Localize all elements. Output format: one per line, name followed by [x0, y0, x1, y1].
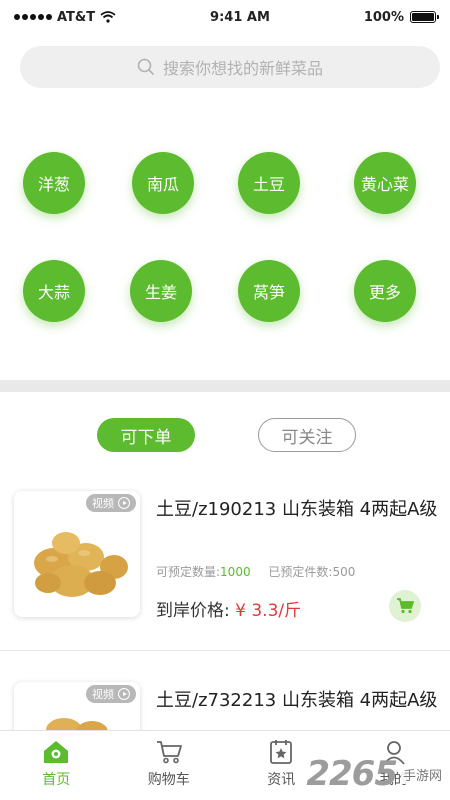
- section-divider: [0, 380, 450, 392]
- orderable-label: 可预定数量:: [156, 565, 221, 579]
- video-label: 视频: [92, 688, 114, 701]
- search-placeholder[interactable]: 搜索你想找的新鲜菜品: [163, 55, 323, 79]
- battery-percent: 100%: [363, 9, 404, 25]
- clock: 9:41 AM: [210, 9, 270, 25]
- tab-cart[interactable]: 购物车: [113, 731, 226, 800]
- watermark-number: 2265: [306, 754, 398, 794]
- battery-icon: [410, 11, 439, 23]
- search-bar[interactable]: 搜索你想找的新鲜菜品: [20, 46, 440, 88]
- carrier-label: AT&T: [57, 9, 96, 25]
- home-icon: [44, 741, 69, 763]
- category-cabbage[interactable]: 黄心菜: [354, 152, 416, 214]
- signal-icon: [14, 14, 52, 20]
- price-label: 到岸价格:: [156, 601, 230, 621]
- watermark-text: 手游网: [400, 764, 444, 784]
- tab-home[interactable]: 首页: [0, 731, 113, 800]
- cart-icon: [156, 741, 182, 764]
- category-onion[interactable]: 洋葱: [23, 152, 85, 214]
- ordered-value: 500: [332, 565, 356, 579]
- news-icon: [270, 740, 293, 764]
- card-separator: [0, 650, 450, 651]
- category-garlic[interactable]: 大蒜: [23, 260, 85, 322]
- category-more[interactable]: 更多: [354, 260, 416, 322]
- add-to-cart-button[interactable]: [389, 590, 421, 622]
- watermark: 2265 手游网: [306, 754, 444, 794]
- tab-news-label: 资讯: [267, 772, 296, 788]
- play-icon: [118, 497, 130, 509]
- price-row: 到岸价格: ¥ 3.3/斤: [156, 596, 301, 621]
- product-stats: 可预定数量:1000 已预定件数:500: [156, 563, 355, 580]
- play-icon: [118, 688, 130, 700]
- video-label: 视频: [92, 497, 114, 510]
- tab-home-label: 首页: [42, 772, 71, 788]
- carrier-group: AT&T: [14, 10, 116, 25]
- category-pumpkin[interactable]: 南瓜: [132, 152, 194, 214]
- product-image[interactable]: 视频: [14, 491, 140, 617]
- category-potato[interactable]: 土豆: [238, 152, 300, 214]
- search-icon: [137, 58, 155, 76]
- category-lettuce[interactable]: 莴笋: [238, 260, 300, 322]
- product-title[interactable]: 土豆/z732213 山东装箱 4两起A级: [156, 688, 438, 713]
- video-badge[interactable]: 视频: [86, 685, 136, 703]
- tab-cart-label: 购物车: [147, 772, 190, 788]
- price-value: ¥ 3.3/斤: [235, 601, 302, 621]
- wifi-icon: [100, 11, 116, 23]
- cart-icon: [397, 598, 414, 614]
- battery-group: 100%: [363, 9, 439, 25]
- category-ginger[interactable]: 生姜: [130, 260, 192, 322]
- product-title[interactable]: 土豆/z190213 山东装箱 4两起A级: [156, 497, 438, 522]
- tab-followable[interactable]: 可关注: [258, 418, 356, 452]
- tab-orderable[interactable]: 可下单: [97, 418, 195, 452]
- status-bar: AT&T 9:41 AM 100%: [0, 0, 450, 34]
- orderable-value: 1000: [220, 565, 251, 579]
- ordered-label: 已预定件数:: [268, 565, 333, 579]
- video-badge[interactable]: 视频: [86, 494, 136, 512]
